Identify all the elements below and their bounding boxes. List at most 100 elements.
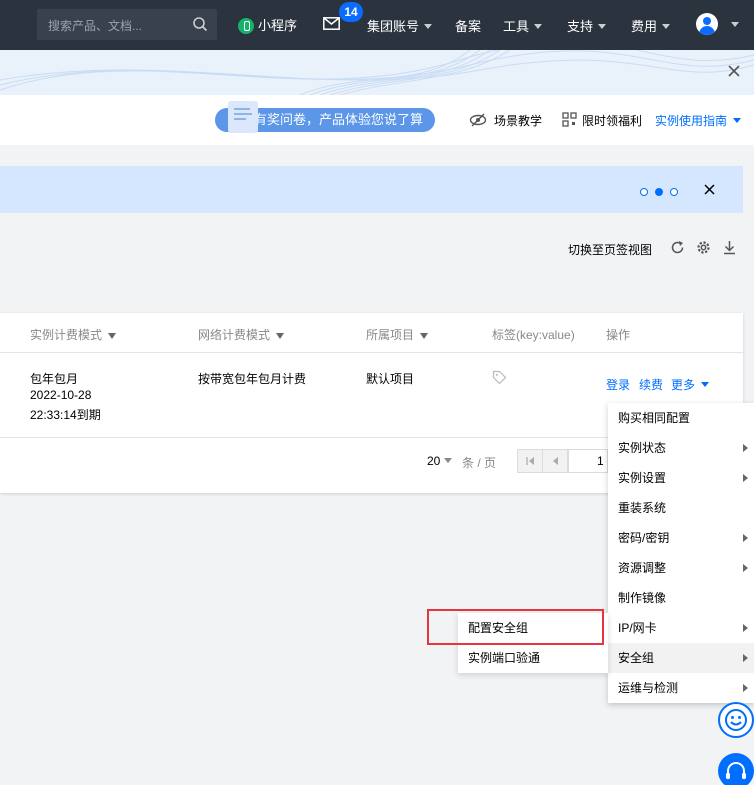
- billing-date-cell: 2022-10-28: [30, 388, 92, 402]
- billing-menu[interactable]: 费用: [631, 16, 671, 35]
- menu-item-security-group[interactable]: 安全组: [608, 643, 754, 673]
- mail-icon[interactable]: [323, 17, 340, 30]
- download-icon[interactable]: [722, 240, 737, 255]
- group-account-menu[interactable]: 集团账号: [367, 16, 433, 35]
- chevron-right-icon: [743, 624, 748, 632]
- eye-off-icon: [469, 113, 487, 127]
- menu-item-ip-nic[interactable]: IP/网卡: [608, 613, 754, 643]
- column-header-actions: 操作: [606, 328, 631, 342]
- column-label: 网络计费模式: [198, 328, 271, 342]
- chevron-down-icon: [444, 458, 453, 463]
- wave-pattern: [0, 50, 754, 95]
- menu-item-password-key[interactable]: 密码/密钥: [608, 523, 754, 553]
- menu-item-label: 购买相同配置: [618, 411, 691, 425]
- menu-item-reinstall[interactable]: 重装系统: [608, 493, 754, 523]
- more-menu[interactable]: 更多: [671, 376, 710, 393]
- menu-item-ops-detect[interactable]: 运维与检测: [608, 673, 754, 703]
- document-icon: [228, 101, 258, 133]
- highlight-box: [427, 609, 604, 645]
- support-label: 支持: [567, 19, 594, 34]
- divider: [0, 352, 743, 353]
- chevron-right-icon: [743, 444, 748, 452]
- prev-page-button[interactable]: [543, 450, 568, 472]
- first-page-icon: [526, 457, 534, 465]
- notice-strip: [0, 166, 743, 213]
- tools-menu[interactable]: 工具: [503, 16, 543, 35]
- billing-label: 费用: [631, 19, 658, 34]
- column-label: 实例计费模式: [30, 328, 103, 342]
- gear-icon[interactable]: [696, 240, 711, 255]
- menu-item-instance-settings[interactable]: 实例设置: [608, 463, 754, 493]
- chevron-right-icon: [743, 534, 748, 542]
- mail-badge: 14: [339, 2, 363, 22]
- chevron-down-icon: [534, 24, 543, 29]
- beian-link[interactable]: 备案: [455, 16, 481, 35]
- close-icon[interactable]: [727, 64, 741, 78]
- login-link[interactable]: 登录: [606, 376, 630, 393]
- prev-page-icon: [553, 457, 558, 465]
- group-account-label: 集团账号: [367, 19, 420, 34]
- page-number-input[interactable]: 1: [568, 449, 608, 473]
- scene-teaching-link[interactable]: 场景教学: [494, 112, 542, 129]
- menu-item-label: IP/网卡: [618, 621, 657, 635]
- tag-icon[interactable]: [492, 370, 507, 385]
- chevron-right-icon: [743, 684, 748, 692]
- network-mode-cell: 按带宽包年包月计费: [198, 372, 307, 386]
- project-cell: 默认项目: [366, 372, 415, 386]
- chevron-down-icon: [701, 382, 710, 387]
- page-size-unit: 条 / 页: [462, 456, 497, 470]
- limited-welfare-link[interactable]: 限时领福利: [582, 112, 642, 129]
- customer-service-button[interactable]: [718, 753, 754, 785]
- submenu-item-port-check[interactable]: 实例端口验通: [458, 643, 608, 673]
- filter-icon[interactable]: [108, 333, 117, 339]
- menu-item-label: 实例状态: [618, 441, 667, 455]
- menu-item-label: 重装系统: [618, 501, 667, 515]
- feedback-button[interactable]: [718, 702, 754, 738]
- support-menu[interactable]: 支持: [567, 16, 607, 35]
- column-label: 所属项目: [366, 328, 415, 342]
- menu-item-label: 密码/密钥: [618, 531, 670, 545]
- filter-icon[interactable]: [420, 333, 429, 339]
- filter-icon[interactable]: [276, 333, 285, 339]
- first-page-button[interactable]: [518, 450, 543, 472]
- chevron-right-icon: [743, 474, 748, 482]
- smile-icon: [725, 709, 747, 731]
- menu-item-instance-state[interactable]: 实例状态: [608, 433, 754, 463]
- billing-mode-cell: 包年包月: [30, 372, 79, 386]
- usage-guide-menu[interactable]: 实例使用指南: [655, 112, 742, 129]
- decorative-banner: [0, 50, 754, 95]
- column-header-network-mode[interactable]: 网络计费模式: [198, 326, 285, 343]
- search-input[interactable]: 搜索产品、文档...: [48, 17, 142, 34]
- menu-item-make-image[interactable]: 制作镜像: [608, 583, 754, 613]
- carousel-dot[interactable]: [640, 188, 648, 196]
- more-dropdown-menu: 购买相同配置 实例状态 实例设置 重装系统 密码/密钥 资源调整 制作镜像 IP…: [608, 403, 754, 703]
- mini-program-link[interactable]: 小程序: [238, 15, 297, 34]
- carousel-dot-active[interactable]: [655, 188, 663, 196]
- renew-link[interactable]: 续费: [639, 376, 663, 393]
- switch-view-link[interactable]: 切换至页签视图: [568, 241, 652, 258]
- qr-icon: [562, 112, 577, 127]
- column-header-tags: 标签(key:value): [492, 328, 575, 342]
- search-icon[interactable]: [192, 16, 208, 32]
- avatar[interactable]: [696, 13, 718, 35]
- chevron-down-icon: [733, 118, 742, 123]
- menu-item-label: 制作镜像: [618, 591, 667, 605]
- menu-item-label: 资源调整: [618, 561, 667, 575]
- page-size-value: 20: [427, 454, 441, 468]
- chevron-down-icon[interactable]: [731, 22, 739, 27]
- chevron-down-icon: [424, 24, 433, 29]
- close-icon[interactable]: [703, 183, 716, 196]
- refresh-icon[interactable]: [670, 240, 685, 255]
- column-header-project[interactable]: 所属项目: [366, 326, 429, 343]
- column-header-billing-mode[interactable]: 实例计费模式: [30, 326, 117, 343]
- page-size-select[interactable]: 20: [427, 454, 453, 468]
- chevron-down-icon: [598, 24, 607, 29]
- expire-cell: 22:33:14到期: [30, 408, 101, 422]
- carousel-dots[interactable]: [640, 185, 685, 199]
- menu-item-resource-adjust[interactable]: 资源调整: [608, 553, 754, 583]
- mini-program-icon: [238, 18, 254, 34]
- chevron-down-icon: [662, 24, 671, 29]
- search-box[interactable]: 搜索产品、文档...: [37, 9, 217, 40]
- menu-item-buy-same[interactable]: 购买相同配置: [608, 403, 754, 433]
- carousel-dot[interactable]: [670, 188, 678, 196]
